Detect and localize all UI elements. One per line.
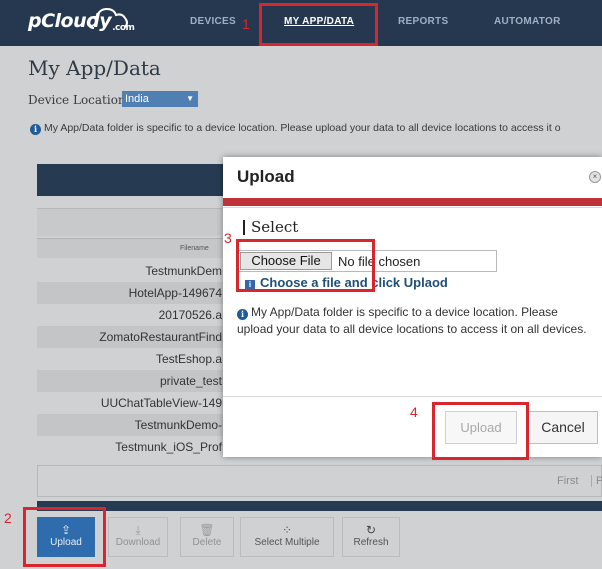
nav-devices[interactable]: DEVICES <box>190 16 236 27</box>
chevron-down-icon: ▼ <box>186 94 194 103</box>
delete-button-label: Delete <box>192 537 222 548</box>
file-name: HotelApp-149674 <box>128 286 222 300</box>
select-section-title: Select <box>243 220 298 235</box>
table-pager: First P <box>37 465 602 497</box>
file-name: 20170526.a <box>158 308 222 322</box>
info-icon: i <box>30 124 41 135</box>
modal-title: Upload <box>237 167 295 186</box>
file-name: private_test <box>159 374 222 388</box>
divider <box>223 396 602 397</box>
file-name: TestEshop.a <box>155 352 222 366</box>
nav-reports[interactable]: REPORTS <box>398 16 448 27</box>
file-name: UUChatTableView-149 <box>100 396 222 410</box>
annotation-box-2 <box>23 507 106 567</box>
delete-button[interactable]: 🗑 Delete <box>180 517 234 557</box>
grid-icon: ⁘ <box>281 523 293 537</box>
annotation-number-3: 3 <box>224 230 232 246</box>
download-button-label: Download <box>115 537 161 548</box>
file-name: Testmunk_iOS_Prof <box>115 440 222 454</box>
trash-icon: 🗑 <box>199 523 215 537</box>
refresh-button-label: Refresh <box>353 537 389 548</box>
info-icon: i <box>237 309 248 320</box>
device-location-select[interactable]: India ▼ <box>122 91 198 107</box>
device-location-label: Device Location <box>28 93 126 107</box>
refresh-button[interactable]: ↻ Refresh <box>342 517 400 557</box>
page-title: My App/Data <box>28 56 161 80</box>
download-button[interactable]: ⤓ Download <box>108 517 168 557</box>
select-multiple-label: Select Multiple <box>254 537 320 548</box>
file-name: TestmunkDem <box>145 264 222 278</box>
annotation-box-4 <box>432 402 529 460</box>
table-footer-bar <box>37 501 602 511</box>
annotation-box-3 <box>236 239 375 292</box>
pager-first[interactable]: First <box>557 475 578 487</box>
annotation-number-1: 1 <box>242 16 250 32</box>
info-message: i My App/Data folder is specific to a dev… <box>30 122 561 135</box>
file-name: TestmunkDemo- <box>134 418 222 432</box>
modal-cancel-button[interactable]: Cancel <box>528 411 598 444</box>
annotation-box-1 <box>259 3 378 46</box>
modal-info-message: i My App/Data folder is specific to a dev… <box>237 304 587 338</box>
refresh-icon: ↻ <box>365 523 377 537</box>
select-multiple-button[interactable]: ⁘ Select Multiple <box>240 517 334 557</box>
download-icon: ⤓ <box>135 523 141 537</box>
close-icon[interactable]: × <box>589 171 601 183</box>
pcloudy-logo[interactable]: pCloudy.com <box>28 7 135 33</box>
modal-info-text: My App/Data folder is specific to a devi… <box>237 305 587 336</box>
column-filename: Filename <box>180 245 209 252</box>
device-location-value: India <box>125 93 149 105</box>
cloud-icon <box>88 7 128 29</box>
file-name: ZomatoRestaurantFind <box>99 330 222 344</box>
modal-accent-bar <box>223 198 602 206</box>
pager-prev[interactable]: P <box>591 475 602 487</box>
nav-automator[interactable]: AUTOMATOR <box>494 16 561 27</box>
divider <box>223 207 602 208</box>
annotation-number-2: 2 <box>4 510 12 526</box>
info-message-text: My App/Data folder is specific to a devi… <box>44 122 561 134</box>
annotation-number-4: 4 <box>410 404 418 420</box>
